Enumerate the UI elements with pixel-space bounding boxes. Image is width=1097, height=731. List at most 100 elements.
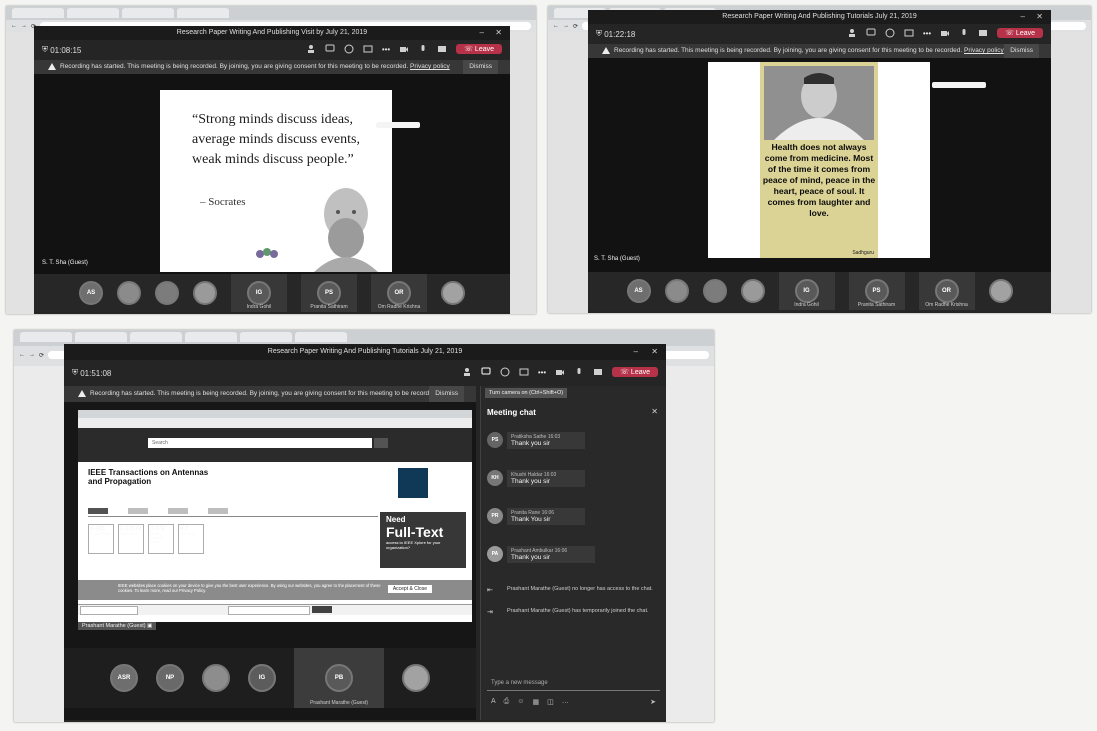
reactions-icon[interactable] [344,44,354,54]
chat-input[interactable]: Type a new message [487,676,660,691]
more-options-icon[interactable]: ••• [538,368,546,377]
back-icon[interactable]: ← [11,23,17,29]
share-screen-icon[interactable] [978,28,988,38]
share-icon[interactable] [519,367,529,377]
minimize-icon[interactable]: – [634,344,638,360]
browser-tab[interactable] [185,332,237,342]
participant-photo[interactable] [988,279,1013,303]
participant-photo[interactable] [155,281,179,305]
participant-photo[interactable] [664,279,689,303]
leave-button[interactable]: ☏ Leave [456,44,502,54]
ieee-search-input[interactable]: Search [148,438,372,448]
camera-icon[interactable] [940,28,950,38]
chat-icon[interactable] [866,28,876,38]
participant-tile[interactable]: PS Pranita Sathiram [848,272,905,310]
share-screen-icon[interactable] [437,44,447,54]
browser-tab[interactable] [67,8,119,18]
browser-tab[interactable] [177,8,229,18]
share-icon[interactable] [904,28,914,38]
browser-tab[interactable] [122,8,174,18]
dismiss-button[interactable]: Dismiss [1004,44,1039,58]
share-screen-icon[interactable] [593,367,603,377]
participant-avatar[interactable]: NP [156,664,184,692]
attach-icon[interactable]: ⎙ [504,698,510,706]
leave-button[interactable]: ☏ Leave [997,28,1043,38]
share-icon[interactable] [363,44,373,54]
close-icon[interactable]: ✕ [1036,10,1043,24]
privacy-link[interactable]: Privacy policy [964,47,1004,54]
minimize-icon[interactable]: – [1021,10,1025,24]
emoji-icon[interactable]: ☺ [517,698,524,706]
browser-tab[interactable] [12,8,64,18]
forward-icon[interactable]: → [563,23,569,29]
participant-tile[interactable]: IG Indra Gohil [231,274,287,312]
reactions-icon[interactable] [885,28,895,38]
participant-tile[interactable]: PS Pranita Sathiram [301,274,357,312]
accept-close-button[interactable]: Accept & Close [387,585,432,593]
send-icon[interactable]: ➤ [650,698,656,706]
participants-icon[interactable] [847,28,857,38]
reload-icon[interactable]: ⟳ [573,23,578,30]
close-icon[interactable]: ✕ [651,344,658,360]
close-chat-icon[interactable]: ✕ [651,407,658,416]
chat-icon[interactable] [325,44,335,54]
taskbar-item[interactable] [80,606,138,615]
back-icon[interactable]: ← [19,352,25,358]
tab-popular[interactable] [128,508,148,514]
microphone-icon[interactable] [959,28,969,38]
ieee-search-button[interactable] [374,438,388,448]
participants-icon[interactable] [306,44,316,54]
camera-icon[interactable] [399,44,409,54]
format-icon[interactable]: A [491,698,496,706]
participant-photo[interactable] [117,281,141,305]
reload-icon[interactable]: ⟳ [39,352,44,359]
participant-photo[interactable] [441,281,465,305]
reactions-icon[interactable] [500,367,510,377]
dismiss-button[interactable]: Dismiss [463,60,498,74]
browser-tab[interactable] [20,332,72,342]
dismiss-button[interactable]: Dismiss [429,386,464,402]
gif-icon[interactable]: ▦ [532,698,539,706]
participant-photo[interactable] [193,281,217,305]
tab-home[interactable] [88,508,108,514]
participant-avatar[interactable]: AS [626,279,651,303]
participant-photo[interactable] [402,664,430,692]
more-options-icon[interactable]: ••• [382,45,390,54]
participant-photo[interactable] [740,279,765,303]
sticker-icon[interactable]: ◫ [547,698,554,706]
privacy-link[interactable]: Privacy policy [410,63,450,70]
minimize-icon[interactable]: – [480,26,484,40]
forward-icon[interactable]: → [21,23,27,29]
chat-icon[interactable] [481,367,491,377]
forward-icon[interactable]: → [29,352,35,358]
taskbar-field[interactable] [228,606,310,615]
participant-avatar[interactable]: AS [79,281,103,305]
participant-tile[interactable]: IG Indra Gohil [778,272,835,310]
back-icon[interactable]: ← [553,23,559,29]
participant-avatar[interactable]: IG [248,664,276,692]
fulltext-ad[interactable]: Need Full-Text access to IEEE Xplore for… [380,512,466,568]
participants-icon[interactable] [462,367,472,377]
more-options-icon[interactable]: … [562,698,569,706]
more-options-icon[interactable]: ••• [923,29,931,38]
browser-tab[interactable] [130,332,182,342]
participant-avatar[interactable]: ASR [110,664,138,692]
browser-tab[interactable] [295,332,347,342]
participant-tile[interactable]: PB Prashant Marathe (Guest) [294,648,384,708]
leave-button[interactable]: ☏ Leave [612,367,658,377]
participant-tile[interactable]: OR Om Radhe Krishna [918,272,975,310]
participant-photo[interactable] [202,664,230,692]
microphone-icon[interactable] [574,367,584,377]
tab-current-issue[interactable] [208,508,228,514]
taskbar-button[interactable] [312,606,332,613]
chat-time: 16:06 [554,548,568,554]
browser-tab[interactable] [75,332,127,342]
browser-tab[interactable] [240,332,292,342]
participant-tile[interactable]: OR Om Radhe Krishna [371,274,427,312]
camera-icon[interactable] [555,367,565,377]
tab-early-access[interactable] [168,508,188,514]
microphone-icon[interactable] [418,44,428,54]
participant-photo[interactable] [702,279,727,303]
close-icon[interactable]: ✕ [495,26,502,40]
slide-author: Sadhguru [852,250,874,256]
